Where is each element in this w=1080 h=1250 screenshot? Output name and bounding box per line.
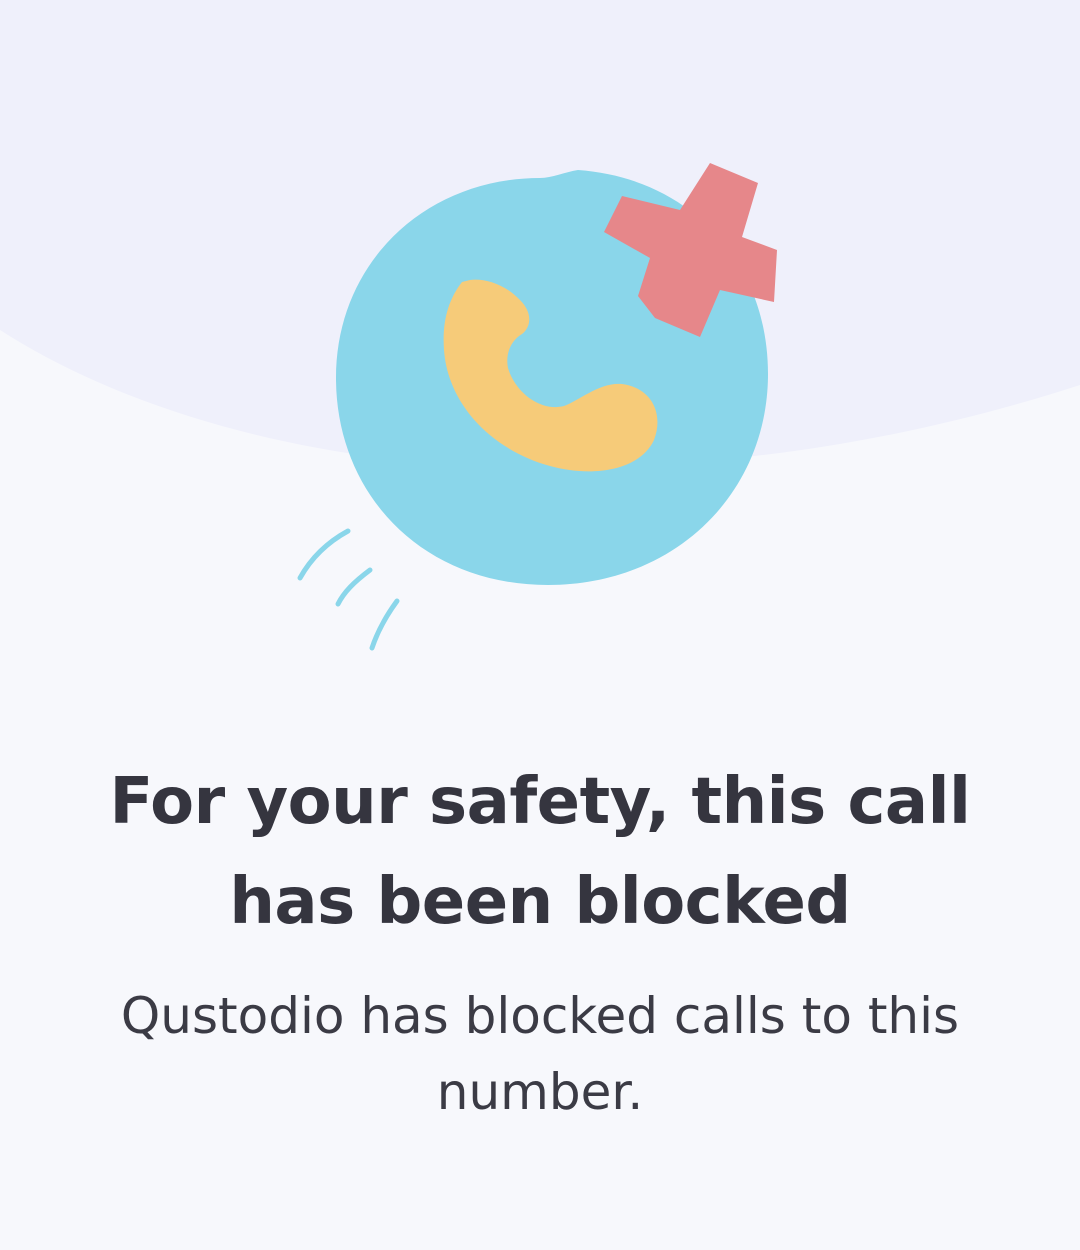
call-blocked-screen: For your safety, this call has been bloc… — [0, 0, 1080, 1250]
blocked-call-illustration — [297, 163, 777, 651]
blocked-title: For your safety, this call has been bloc… — [109, 765, 971, 939]
motion-lines-icon — [297, 528, 400, 651]
blocked-message: Qustodio has blocked calls to this numbe… — [120, 987, 960, 1121]
